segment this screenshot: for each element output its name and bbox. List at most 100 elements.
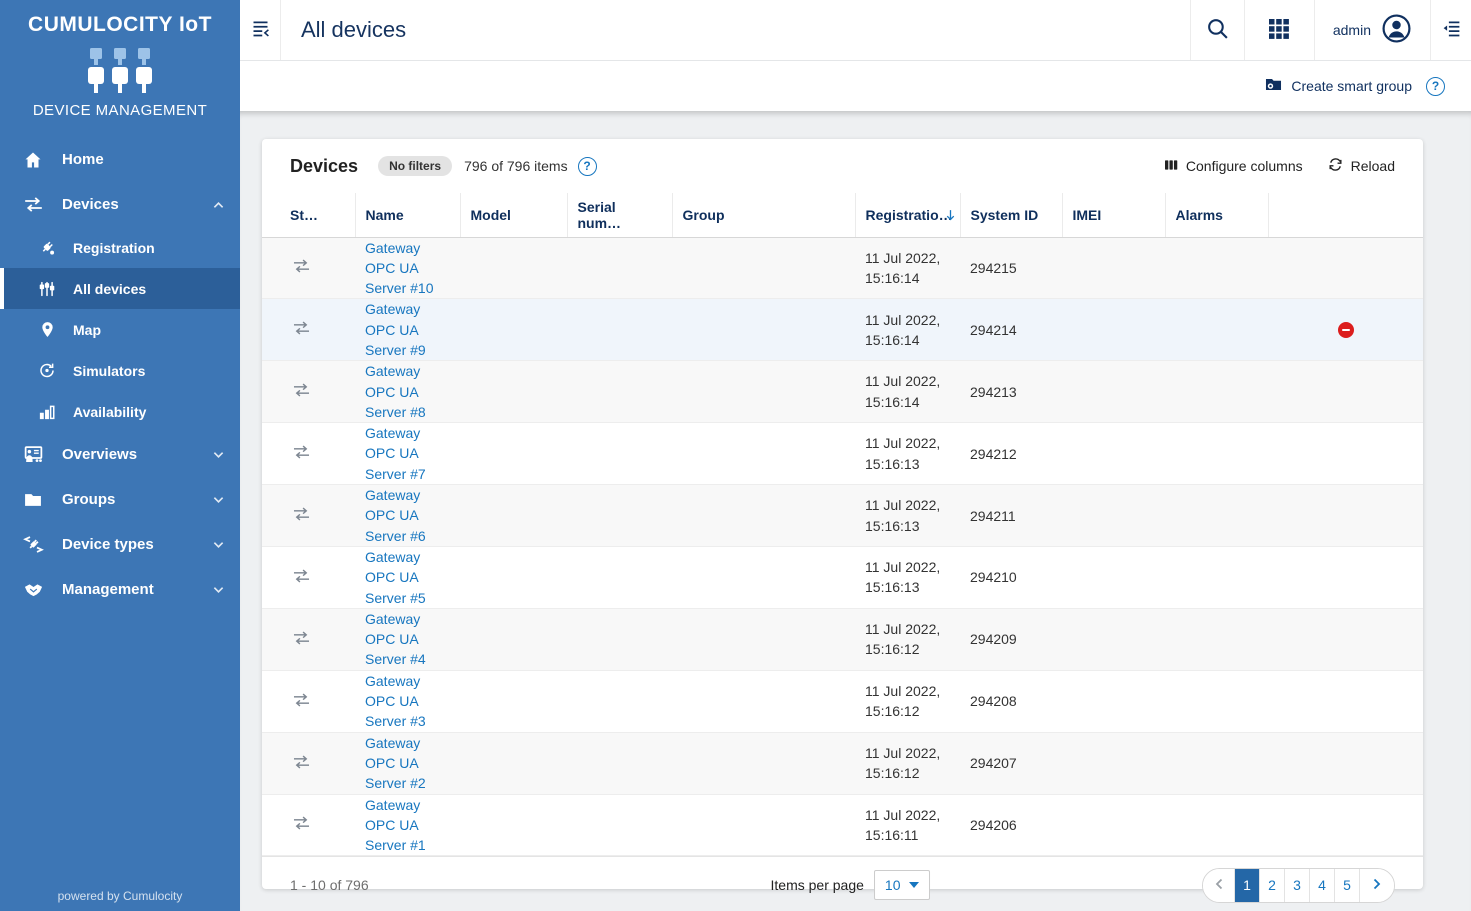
pagination-page-1[interactable]: 1: [1235, 869, 1260, 902]
pagination-page-2[interactable]: 2: [1260, 869, 1285, 902]
sync-status-icon: [292, 383, 311, 397]
create-smart-group-button[interactable]: Create smart group: [1264, 75, 1412, 97]
cell-group: [672, 237, 855, 299]
cell-status: [262, 608, 355, 670]
search-icon: [1205, 16, 1230, 44]
configure-columns-button[interactable]: Configure columns: [1163, 156, 1303, 176]
sidebar-item-groups[interactable]: Groups: [0, 477, 240, 522]
sidebar-item-registration[interactable]: Registration: [0, 227, 240, 268]
items-per-page-select[interactable]: 10: [874, 870, 931, 900]
right-drawer-toggle-button[interactable]: [1430, 0, 1471, 60]
device-name-link[interactable]: Gateway OPC UA Server #9: [365, 299, 450, 360]
no-filters-badge[interactable]: No filters: [378, 156, 452, 176]
device-name-link[interactable]: Gateway OPC UA Server #8: [365, 361, 450, 422]
column-header-name[interactable]: Name: [355, 193, 460, 237]
user-menu-button[interactable]: admin: [1314, 0, 1430, 60]
column-header-model[interactable]: Model: [460, 193, 567, 237]
cell-serial-number: [567, 732, 672, 794]
table-row[interactable]: Gateway OPC UA Server #2 11 Jul 2022, 15…: [262, 732, 1423, 794]
table-row[interactable]: Gateway OPC UA Server #6 11 Jul 2022, 15…: [262, 485, 1423, 547]
table-row[interactable]: Gateway OPC UA Server #5 11 Jul 2022, 15…: [262, 546, 1423, 608]
table-row[interactable]: Gateway OPC UA Server #3 11 Jul 2022, 15…: [262, 670, 1423, 732]
collapse-sidebar-button[interactable]: [240, 0, 281, 60]
app-switcher-button[interactable]: [1244, 0, 1314, 60]
column-header-label: Serial num…: [578, 199, 622, 231]
column-header-imei[interactable]: IMEI: [1062, 193, 1165, 237]
registration-date-text: 11 Jul 2022,: [865, 371, 950, 391]
device-name-link[interactable]: Gateway OPC UA Server #6: [365, 485, 450, 546]
column-header-status[interactable]: St…: [262, 193, 355, 237]
table-row[interactable]: Gateway OPC UA Server #10 11 Jul 2022, 1…: [262, 237, 1423, 299]
collapse-sidebar-icon: [250, 18, 271, 42]
chevron-down-icon: [213, 496, 224, 504]
table-row[interactable]: Gateway OPC UA Server #7 11 Jul 2022, 15…: [262, 423, 1423, 485]
sidebar-item-availability[interactable]: Availability: [0, 391, 240, 432]
devices-card: Devices No filters 796 of 796 items Conf…: [262, 139, 1423, 889]
pagination-page-3[interactable]: 3: [1285, 869, 1310, 902]
cell-status: [262, 732, 355, 794]
table-row[interactable]: Gateway OPC UA Server #4 11 Jul 2022, 15…: [262, 608, 1423, 670]
device-name-link[interactable]: Gateway OPC UA Server #1: [365, 795, 450, 856]
pagination-page-5[interactable]: 5: [1335, 869, 1360, 902]
pagination-page-4[interactable]: 4: [1310, 869, 1335, 902]
registration-time-text: 15:16:12: [865, 763, 950, 783]
cell-status: [262, 423, 355, 485]
sidebar-item-home[interactable]: Home: [0, 137, 240, 182]
device-name-link[interactable]: Gateway OPC UA Server #2: [365, 733, 450, 794]
column-header-system-id[interactable]: System ID: [960, 193, 1062, 237]
registration-time-text: 15:16:13: [865, 577, 950, 597]
column-header-actions[interactable]: [1268, 193, 1423, 237]
cell-system-id: 294213: [960, 361, 1062, 423]
column-header-label: Group: [683, 207, 725, 223]
reload-button[interactable]: Reload: [1327, 156, 1395, 176]
help-icon[interactable]: [1426, 77, 1445, 96]
table-row[interactable]: Gateway OPC UA Server #8 11 Jul 2022, 15…: [262, 361, 1423, 423]
column-header-serial-number[interactable]: Serial num…: [567, 193, 672, 237]
device-name-link[interactable]: Gateway OPC UA Server #10: [365, 238, 450, 299]
registration-date-text: 11 Jul 2022,: [865, 805, 950, 825]
brand: CUMULOCITY IoT DEVICE MANAGEMENT: [0, 0, 240, 127]
cell-system-id: 294207: [960, 732, 1062, 794]
sidebar-item-simulators[interactable]: Simulators: [0, 350, 240, 391]
items-help-icon[interactable]: [578, 157, 597, 176]
sidebar-item-devices[interactable]: Devices: [0, 182, 240, 227]
sidebar-item-overviews[interactable]: Overviews: [0, 432, 240, 477]
sidebar-item-map[interactable]: Map: [0, 309, 240, 350]
pagination-next-button[interactable]: [1360, 869, 1394, 902]
sidebar-item-label: Devices: [62, 196, 119, 213]
sidebar-item-label: Management: [62, 581, 154, 598]
sync-status-icon: [292, 631, 311, 645]
registration-time-text: 15:16:14: [865, 268, 950, 288]
cell-registration-date: 11 Jul 2022, 15:16:14: [855, 237, 960, 299]
cell-group: [672, 732, 855, 794]
sidebar-item-management[interactable]: Management: [0, 567, 240, 612]
cell-alarms: [1165, 299, 1268, 361]
device-name-link[interactable]: Gateway OPC UA Server #7: [365, 423, 450, 484]
sidebar-item-label: Overviews: [62, 446, 137, 463]
pagination-previous-button[interactable]: [1203, 869, 1235, 902]
search-button[interactable]: [1190, 0, 1244, 60]
cell-system-id: 294210: [960, 546, 1062, 608]
column-header-label: Alarms: [1176, 207, 1223, 223]
device-name-link[interactable]: Gateway OPC UA Server #4: [365, 609, 450, 670]
sidebar-item-all-devices[interactable]: All devices: [0, 268, 240, 309]
sidebar-item-device-types[interactable]: Device types: [0, 522, 240, 567]
sidebar-nav: Home Devices RegistrationAll devicesMapSim…: [0, 137, 240, 612]
cell-name: Gateway OPC UA Server #6: [355, 485, 460, 547]
cell-status: [262, 237, 355, 299]
table-row[interactable]: Gateway OPC UA Server #1 11 Jul 2022, 15…: [262, 794, 1423, 856]
cell-system-id: 294209: [960, 608, 1062, 670]
device-name-link[interactable]: Gateway OPC UA Server #5: [365, 547, 450, 608]
user-avatar-icon: [1381, 13, 1412, 47]
column-header-alarms[interactable]: Alarms: [1165, 193, 1268, 237]
registration-time-text: 15:16:14: [865, 330, 950, 350]
device-name-link[interactable]: Gateway OPC UA Server #3: [365, 671, 450, 732]
column-header-registration-date[interactable]: Registratio…: [855, 193, 960, 237]
column-header-label: Name: [366, 207, 404, 223]
critical-alarm-icon[interactable]: [1338, 322, 1354, 338]
table-row[interactable]: Gateway OPC UA Server #9 11 Jul 2022, 15…: [262, 299, 1423, 361]
card-tools: Configure columns Reload: [1163, 156, 1395, 176]
content-area: Devices No filters 796 of 796 items Conf…: [240, 111, 1471, 911]
column-header-group[interactable]: Group: [672, 193, 855, 237]
chevron-down-icon: [213, 541, 224, 549]
